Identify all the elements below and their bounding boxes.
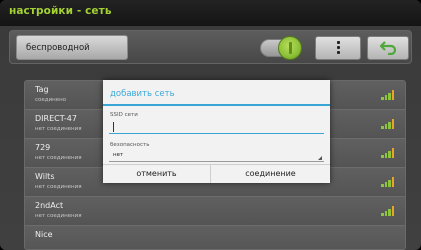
ssid-input[interactable] xyxy=(109,120,324,134)
wireless-tab-button[interactable]: беспроводной xyxy=(16,35,128,60)
power-icon xyxy=(278,36,302,60)
text-cursor xyxy=(113,122,114,132)
network-name: Tag xyxy=(35,85,49,94)
title-bar: настройки - сеть xyxy=(0,0,421,26)
security-select[interactable]: нет xyxy=(109,150,324,162)
app-window: настройки - сеть беспроводной Tag соедин… xyxy=(0,0,421,250)
network-name: 2ndAct xyxy=(35,201,64,210)
back-button[interactable] xyxy=(367,36,409,60)
toolbar: беспроводной xyxy=(9,30,412,64)
network-status: соединено xyxy=(35,97,67,103)
back-arrow-icon xyxy=(380,41,397,55)
ssid-label: SSID сети xyxy=(110,112,138,118)
dialog-title: добавить сеть xyxy=(110,89,175,99)
security-label: безопасность xyxy=(110,142,150,148)
connect-button[interactable]: соединение xyxy=(211,165,330,183)
add-network-dialog: добавить сеть SSID сети безопасность нет… xyxy=(103,80,330,183)
dialog-buttons: отменить соединение xyxy=(103,164,330,183)
menu-button[interactable] xyxy=(315,36,361,60)
network-status: нет соединения xyxy=(35,155,82,161)
cancel-button[interactable]: отменить xyxy=(103,165,211,183)
wifi-signal-icon xyxy=(381,148,395,158)
network-row[interactable]: 2ndAct нет соединения xyxy=(25,197,405,226)
page-title: настройки - сеть xyxy=(9,5,112,17)
wifi-signal-icon xyxy=(381,206,395,216)
more-vert-icon xyxy=(337,41,341,55)
wifi-toggle[interactable] xyxy=(260,36,302,60)
network-name: Wilts xyxy=(35,172,55,181)
network-row[interactable]: Nice xyxy=(25,226,405,249)
dialog-divider xyxy=(103,104,330,106)
dropdown-corner-icon xyxy=(318,156,322,160)
network-name: Nice xyxy=(35,230,53,239)
wifi-signal-icon xyxy=(381,119,395,129)
network-status: нет соединения xyxy=(35,184,82,190)
security-value: нет xyxy=(113,152,124,158)
network-name: DIRECT-47 xyxy=(35,114,77,123)
network-name: 729 xyxy=(35,143,51,152)
wifi-signal-icon xyxy=(381,177,395,187)
network-status: нет соединения xyxy=(35,213,82,219)
network-status: нет соединения xyxy=(35,126,82,132)
wifi-signal-icon xyxy=(381,90,395,100)
